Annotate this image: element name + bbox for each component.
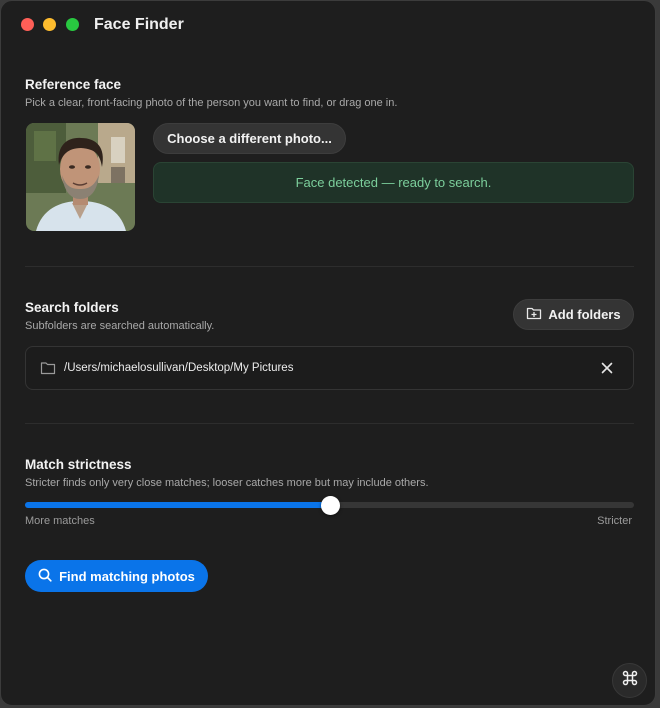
app-window: Face Finder Reference face Pick a clear,… <box>0 0 656 706</box>
face-detected-status: Face detected — ready to search. <box>153 162 634 203</box>
add-folders-label: Add folders <box>548 307 621 322</box>
find-matching-photos-button[interactable]: Find matching photos <box>25 560 208 592</box>
folder-plus-icon <box>526 306 542 323</box>
search-icon <box>38 568 52 585</box>
remove-folder-icon[interactable] <box>600 361 614 375</box>
slider-thumb[interactable] <box>320 496 340 515</box>
reference-section-title: Reference face <box>25 77 122 92</box>
folders-section-title: Search folders <box>25 300 119 315</box>
reference-photo[interactable] <box>26 123 135 231</box>
slider-max-label: Stricter <box>597 515 632 527</box>
strictness-section-title: Match strictness <box>25 457 132 472</box>
slider-min-label: More matches <box>25 515 95 527</box>
folder-list-item: /Users/michaelosullivan/Desktop/My Pictu… <box>25 346 634 390</box>
window-title: Face Finder <box>94 16 184 33</box>
folder-icon <box>40 361 56 380</box>
zoom-window-button[interactable] <box>66 18 79 31</box>
find-button-label: Find matching photos <box>59 568 195 584</box>
strictness-section-subtitle: Stricter finds only very close matches; … <box>25 477 429 489</box>
strictness-slider[interactable] <box>25 496 634 515</box>
title-bar: Face Finder <box>1 1 655 49</box>
folders-section-subtitle: Subfolders are searched automatically. <box>25 320 215 332</box>
close-window-button[interactable] <box>21 18 34 31</box>
minimize-window-button[interactable] <box>43 18 56 31</box>
choose-photo-button[interactable]: Choose a different photo... <box>153 123 346 154</box>
section-divider <box>25 266 634 267</box>
section-divider <box>25 423 634 424</box>
folder-path: /Users/michaelosullivan/Desktop/My Pictu… <box>64 362 294 374</box>
add-folders-button[interactable]: Add folders <box>513 299 634 330</box>
reference-section-subtitle: Pick a clear, front-facing photo of the … <box>25 97 398 109</box>
command-icon <box>621 669 639 692</box>
slider-fill <box>25 502 330 508</box>
command-button[interactable] <box>612 663 647 698</box>
